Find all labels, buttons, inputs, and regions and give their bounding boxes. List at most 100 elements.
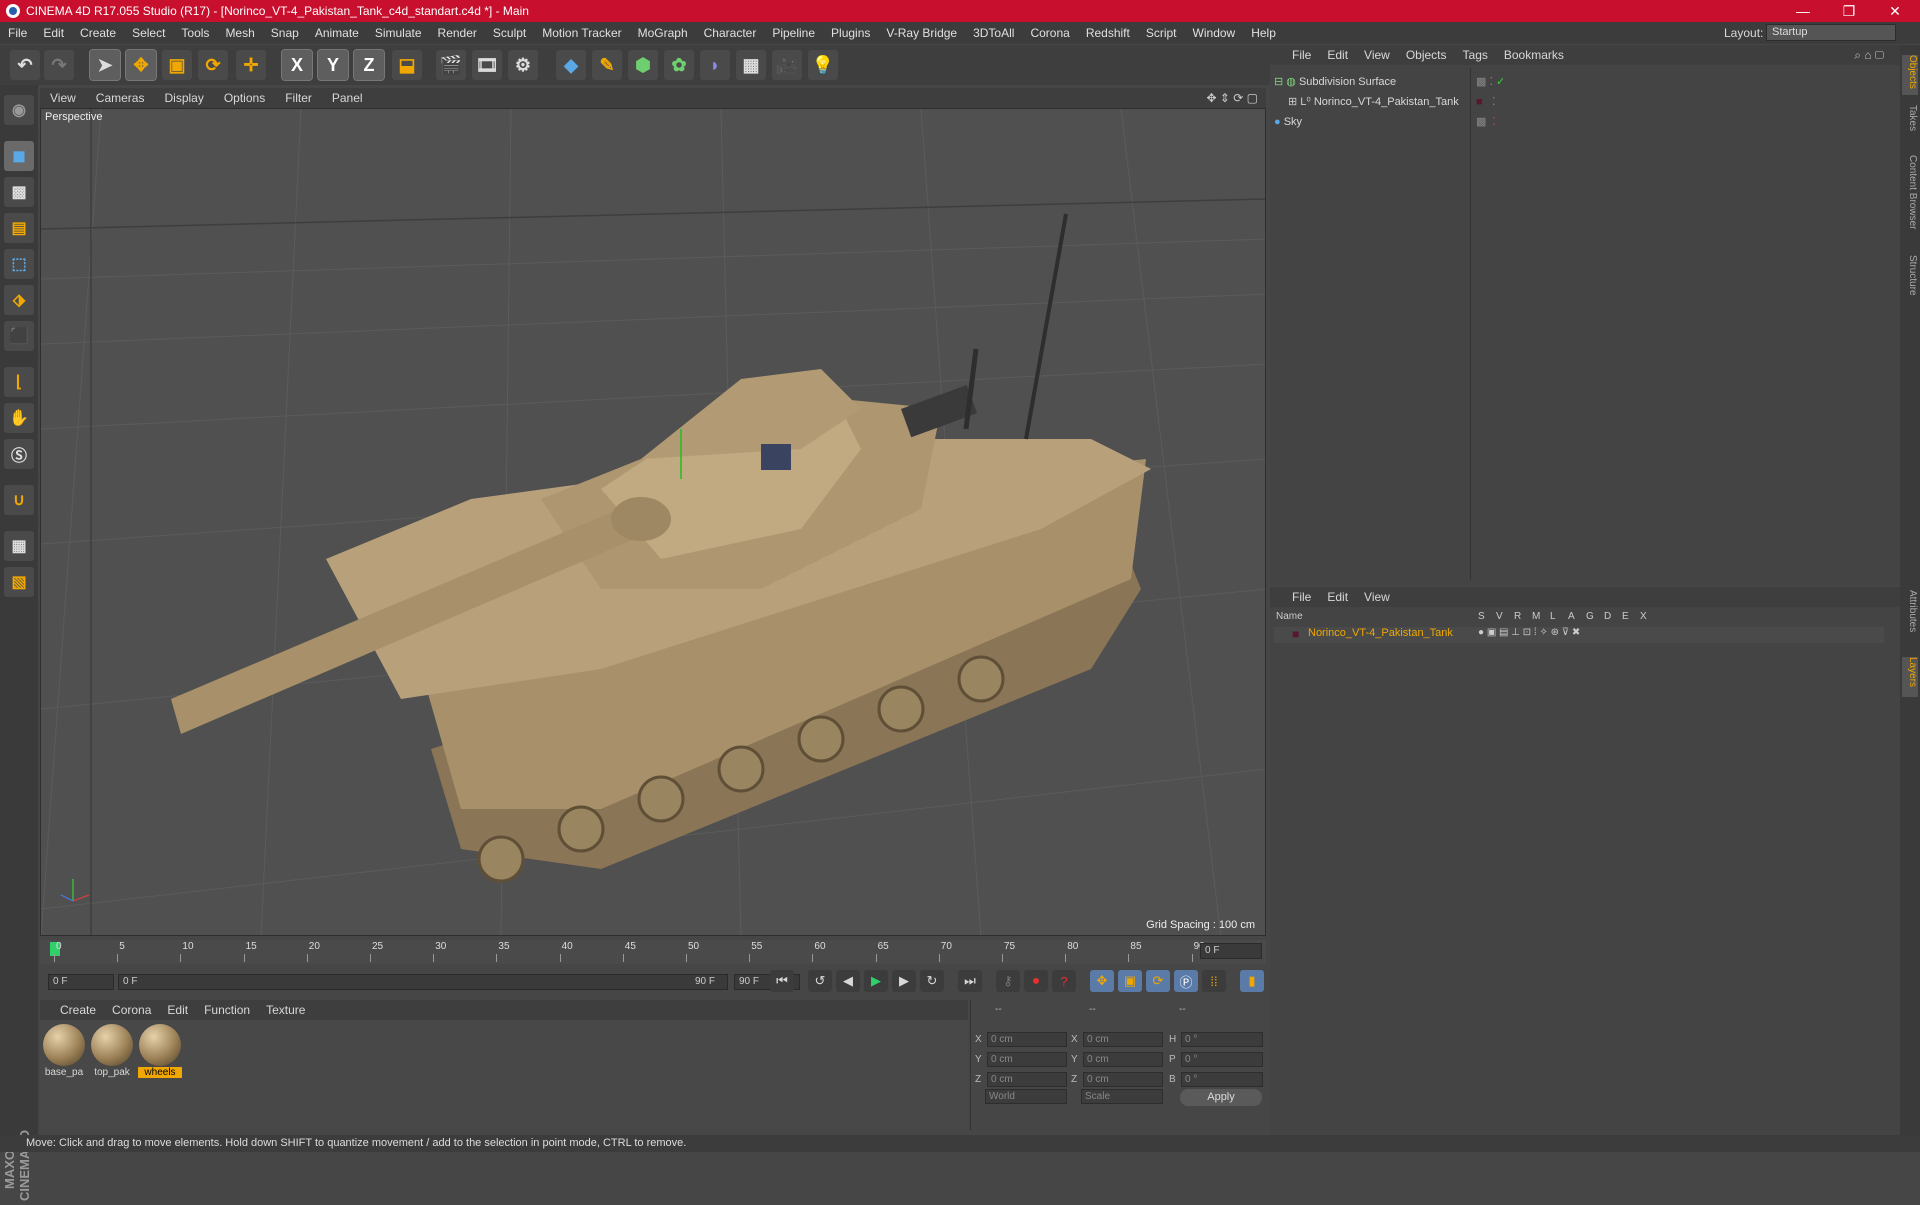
planar-workplane-icon[interactable]: ▧ xyxy=(4,567,34,597)
objects-menu-tags[interactable]: Tags xyxy=(1455,48,1496,62)
position-y-field[interactable]: 0 cm xyxy=(987,1052,1067,1067)
apply-button[interactable]: Apply xyxy=(1180,1089,1262,1106)
keyframe-selection-icon[interactable]: ? xyxy=(1052,970,1076,992)
menu-plugins[interactable]: Plugins xyxy=(823,26,878,40)
visibility-dots-icon[interactable]: ⁚ xyxy=(1492,93,1496,111)
polygons-mode-icon[interactable]: ⬛ xyxy=(4,321,34,351)
rotate-tool-icon[interactable]: ⟳ xyxy=(198,50,228,80)
tab-structure[interactable]: Structure xyxy=(1902,255,1918,315)
layer-toggle-icons[interactable]: ● ▣ ▤ ⊥ ⊡ ⁞ ✧ ⊛ ⊽ ✖ xyxy=(1478,627,1580,638)
search-icon[interactable]: ⌕ ⌂ ▢ xyxy=(1854,48,1884,63)
render-picture-viewer-icon[interactable]: 🎞 xyxy=(472,50,502,80)
scale-tool-icon[interactable]: ▣ xyxy=(162,50,192,80)
current-frame-field[interactable]: 0 F xyxy=(1200,943,1262,959)
record-keys-icon[interactable]: ⚷ xyxy=(996,970,1020,992)
size-mode-select[interactable]: Scale xyxy=(1081,1089,1163,1104)
menu-create[interactable]: Create xyxy=(72,26,124,40)
light-icon[interactable]: 💡 xyxy=(808,50,838,80)
render-settings-icon[interactable]: ⚙ xyxy=(508,50,538,80)
start-frame-field[interactable]: 0 F xyxy=(48,974,114,990)
visibility-dots-icon[interactable]: ⁚ xyxy=(1492,113,1496,131)
next-key-icon[interactable]: ↻ xyxy=(920,970,944,992)
menu-corona[interactable]: Corona xyxy=(1022,26,1077,40)
size-y-field[interactable]: 0 cm xyxy=(1083,1052,1163,1067)
objects-menu-file[interactable]: File xyxy=(1284,48,1319,62)
go-to-end-icon[interactable]: ⏭ xyxy=(958,970,982,992)
layout-select[interactable]: Startup xyxy=(1766,24,1896,41)
position-x-field[interactable]: 0 cm xyxy=(987,1032,1067,1047)
visibility-dots-icon[interactable]: ▩ ⁚ xyxy=(1476,73,1493,91)
magnet-icon[interactable]: ∪ xyxy=(4,485,34,515)
menu-script[interactable]: Script xyxy=(1138,26,1185,40)
material-swatch[interactable]: top_pak xyxy=(90,1024,134,1080)
material-menu-texture[interactable]: Texture xyxy=(258,1003,313,1017)
workplane-icon[interactable]: ▤ xyxy=(4,213,34,243)
menu-render[interactable]: Render xyxy=(430,26,485,40)
menu-help[interactable]: Help xyxy=(1243,26,1284,40)
position-z-field[interactable]: 0 cm xyxy=(987,1072,1067,1087)
key-parameter-icon[interactable]: Ⓟ xyxy=(1174,970,1198,992)
coordinate-space-select[interactable]: World xyxy=(985,1089,1067,1104)
subdivision-surface-icon[interactable]: ⬢ xyxy=(628,50,658,80)
deformer-icon[interactable]: ◗ xyxy=(700,50,730,80)
next-frame-icon[interactable]: ▶ xyxy=(892,970,916,992)
menu-edit[interactable]: Edit xyxy=(35,26,72,40)
go-to-start-icon[interactable]: ⏮ xyxy=(770,970,794,992)
cloner-icon[interactable]: ✿ xyxy=(664,50,694,80)
rotation-p-field[interactable]: 0 ° xyxy=(1181,1052,1263,1067)
spline-pen-icon[interactable]: ✎ xyxy=(592,50,622,80)
axis-mode-icon[interactable]: ⌊ xyxy=(4,367,34,397)
y-axis-lock-button[interactable]: Y xyxy=(317,49,349,81)
key-scale-icon[interactable]: ▣ xyxy=(1118,970,1142,992)
undo-icon[interactable]: ↶ xyxy=(10,50,40,80)
objects-menu-objects[interactable]: Objects xyxy=(1398,48,1455,62)
viewport-menu-options[interactable]: Options xyxy=(214,91,275,105)
edges-mode-icon[interactable]: ⬗ xyxy=(4,285,34,315)
objects-menu-edit[interactable]: Edit xyxy=(1319,48,1356,62)
floor-icon[interactable]: ▦ xyxy=(736,50,766,80)
key-position-icon[interactable]: ✥ xyxy=(1090,970,1114,992)
redo-icon[interactable]: ↷ xyxy=(44,50,74,80)
recent-tools-icon[interactable]: ✛ xyxy=(236,50,266,80)
texture-mode-icon[interactable]: ▩ xyxy=(4,177,34,207)
key-rotation-icon[interactable]: ⟳ xyxy=(1146,970,1170,992)
menu-vray-bridge[interactable]: V-Ray Bridge xyxy=(878,26,965,40)
viewport-menu-panel[interactable]: Panel xyxy=(322,91,373,105)
preview-range-slider[interactable]: 0 F 90 F xyxy=(118,974,728,990)
tab-content-browser[interactable]: Content Browser xyxy=(1902,155,1918,245)
layer-color-icon[interactable]: ■ xyxy=(1476,93,1483,111)
menu-pipeline[interactable]: Pipeline xyxy=(764,26,823,40)
object-row-tank[interactable]: ⊞ L⁰ Norinco_VT-4_Pakistan_Tank ■ ⁚ xyxy=(1274,93,1874,111)
rotation-h-field[interactable]: 0 ° xyxy=(1181,1032,1263,1047)
play-icon[interactable]: ▶ xyxy=(864,970,888,992)
layers-menu-file[interactable]: File xyxy=(1284,590,1319,604)
viewport-menu-cameras[interactable]: Cameras xyxy=(86,91,155,105)
minimize-button[interactable]: — xyxy=(1780,0,1826,22)
tab-attributes[interactable]: Attributes xyxy=(1902,590,1918,650)
visibility-dots-icon[interactable]: ▩ xyxy=(1476,113,1486,131)
key-pla-icon[interactable]: ⁞⁞ xyxy=(1202,970,1226,992)
menu-window[interactable]: Window xyxy=(1185,26,1244,40)
tab-objects[interactable]: Objects xyxy=(1902,55,1918,95)
layers-menu-view[interactable]: View xyxy=(1356,590,1398,604)
viewport-menu-filter[interactable]: Filter xyxy=(275,91,322,105)
material-swatch-selected[interactable]: wheels xyxy=(138,1024,182,1080)
tank-model[interactable] xyxy=(171,213,1151,883)
make-editable-icon[interactable]: ◉ xyxy=(4,95,34,125)
menu-file[interactable]: File xyxy=(0,26,35,40)
size-z-field[interactable]: 0 cm xyxy=(1083,1072,1163,1087)
close-button[interactable]: ✕ xyxy=(1872,0,1918,22)
material-menu-function[interactable]: Function xyxy=(196,1003,258,1017)
previous-frame-icon[interactable]: ◀ xyxy=(836,970,860,992)
select-arrow-icon[interactable]: ➤ xyxy=(89,49,121,81)
menu-tools[interactable]: Tools xyxy=(173,26,217,40)
viewport-menu-display[interactable]: Display xyxy=(154,91,213,105)
render-view-icon[interactable]: 🎬 xyxy=(436,50,466,80)
menu-mograph[interactable]: MoGraph xyxy=(630,26,696,40)
menu-sculpt[interactable]: Sculpt xyxy=(485,26,534,40)
cube-primitive-icon[interactable]: ◆ xyxy=(556,50,586,80)
objects-menu-view[interactable]: View xyxy=(1356,48,1398,62)
material-menu-corona[interactable]: Corona xyxy=(104,1003,159,1017)
menu-redshift[interactable]: Redshift xyxy=(1078,26,1138,40)
menu-simulate[interactable]: Simulate xyxy=(367,26,430,40)
